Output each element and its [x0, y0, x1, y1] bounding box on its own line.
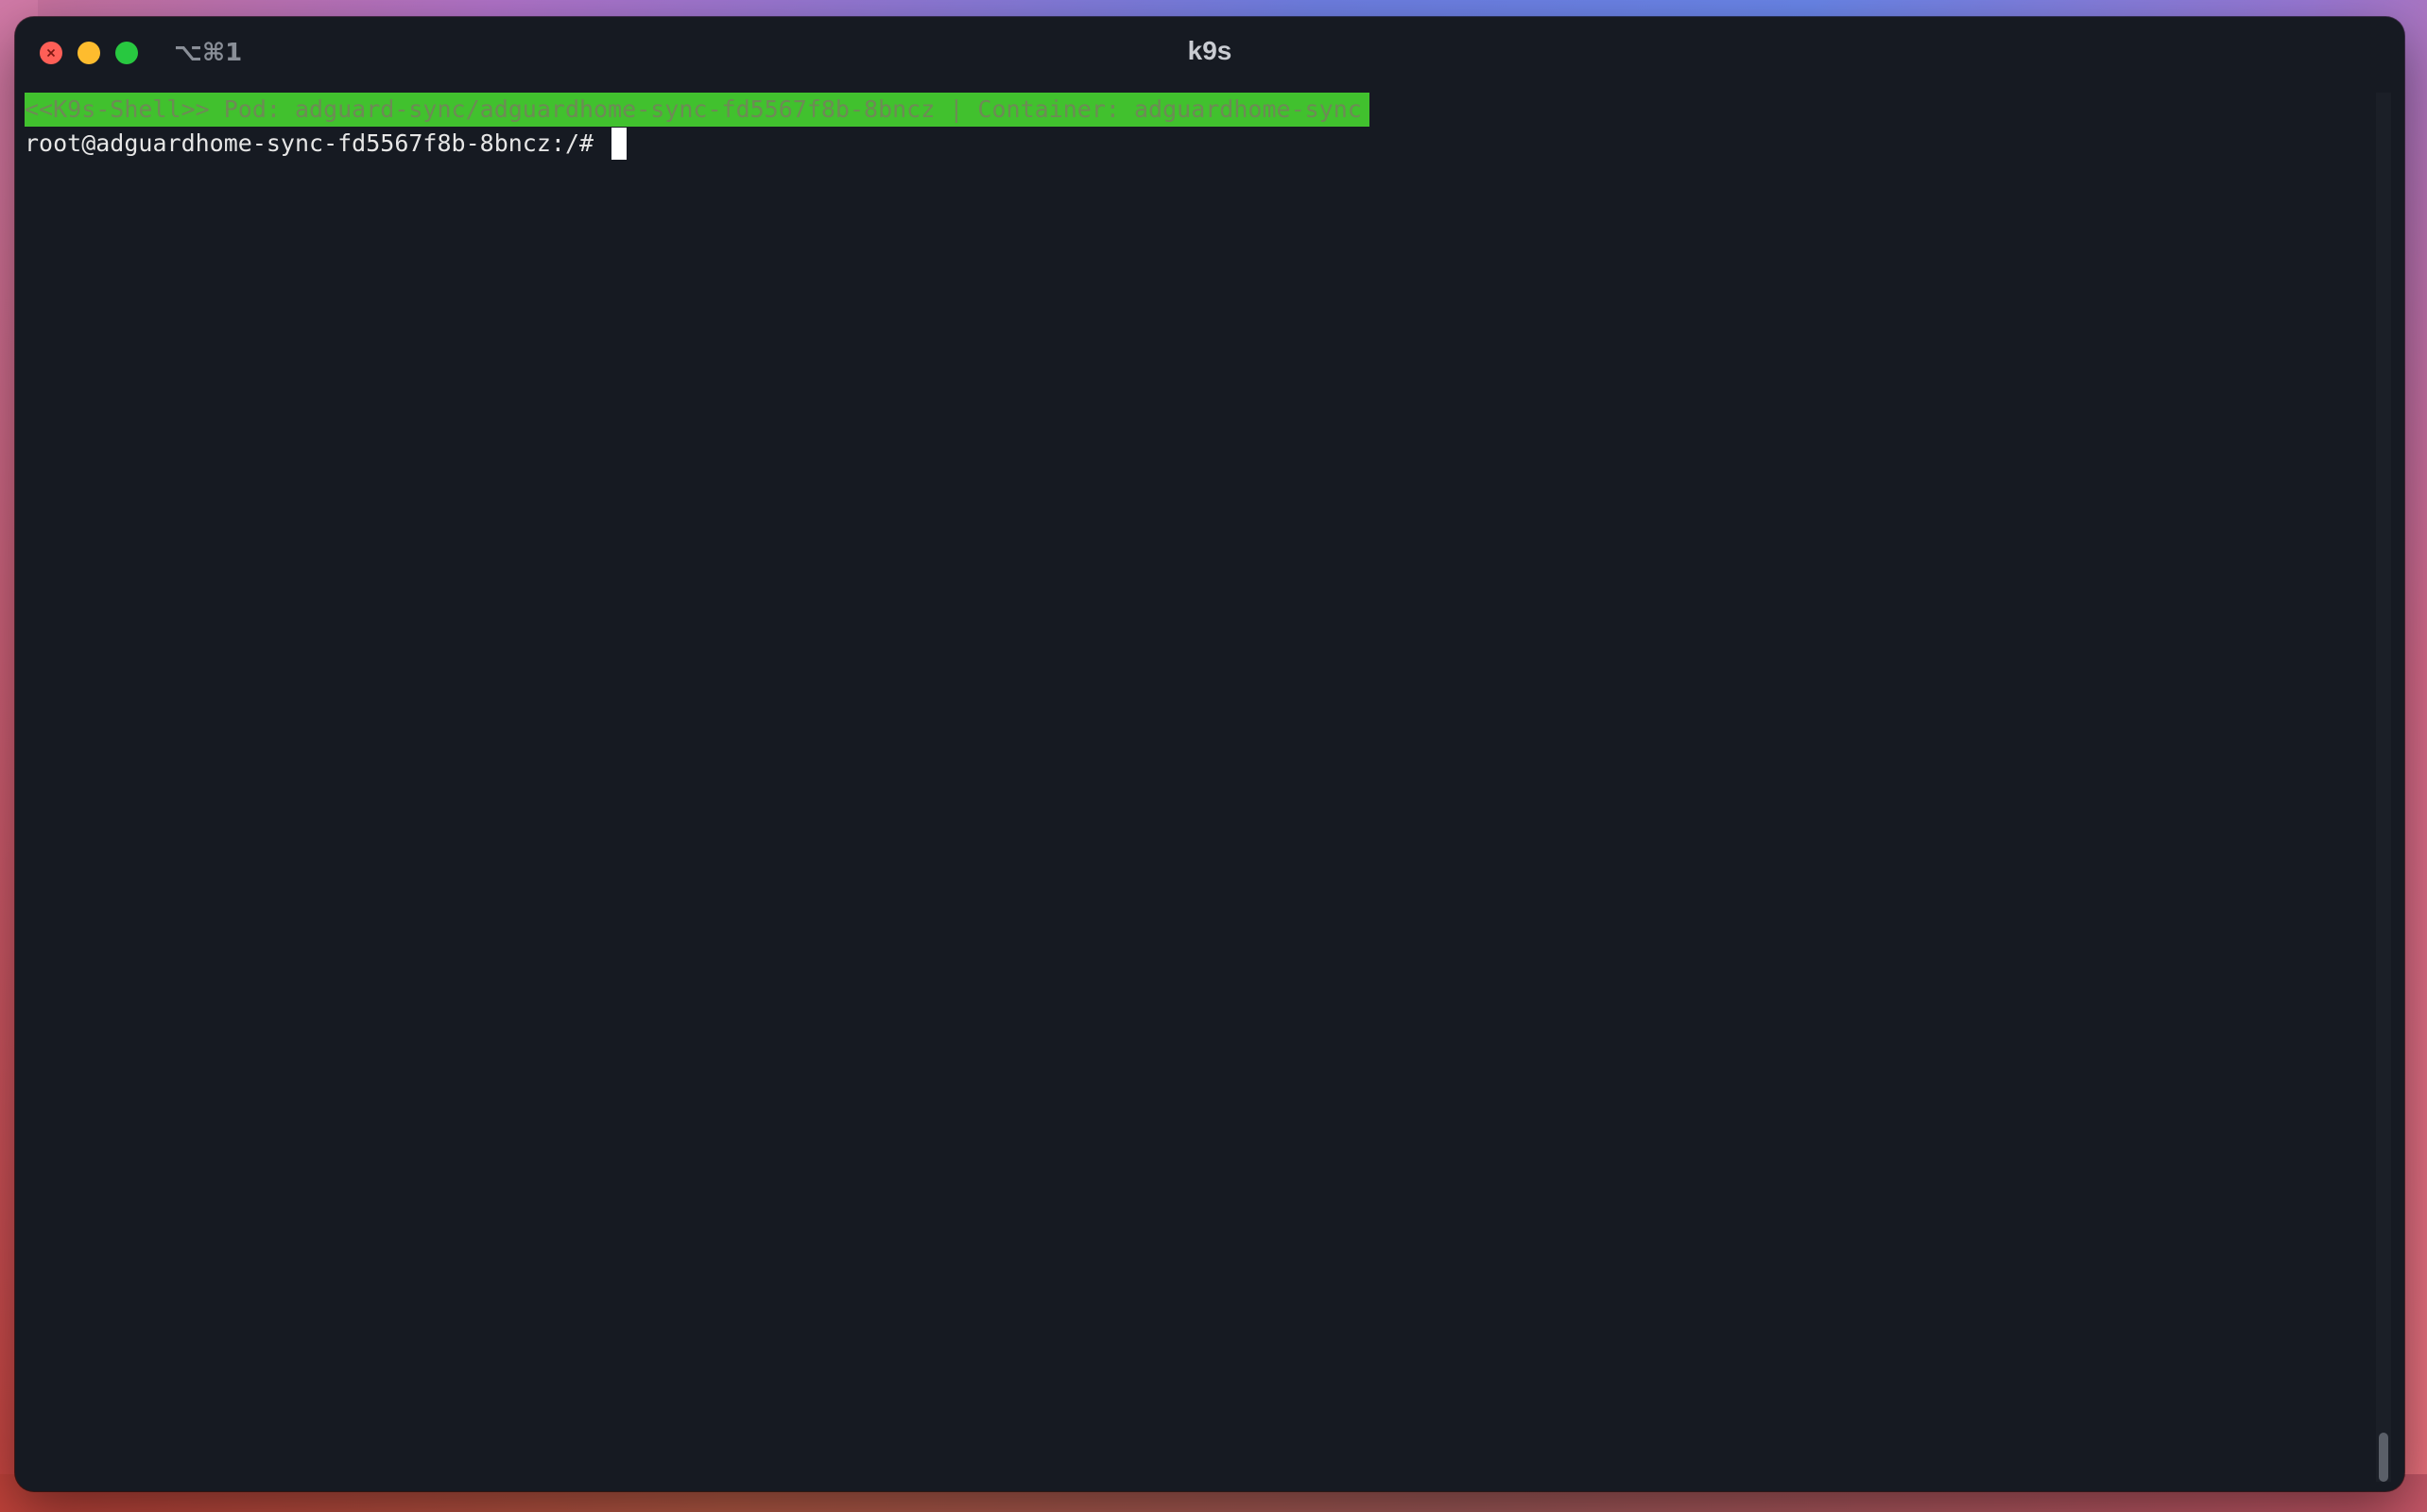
shell-banner-line: <<K9s-Shell>> Pod: adguard-sync/adguardh…: [25, 93, 2378, 127]
window-title: k9s: [1187, 36, 1232, 65]
terminal-output[interactable]: <<K9s-Shell>> Pod: adguard-sync/adguardh…: [25, 93, 2378, 1482]
scrollbar-track[interactable]: [2376, 93, 2391, 1482]
shell-prompt: root@adguardhome-sync-fd5567f8b-8bncz:/#: [25, 129, 609, 157]
shell-prompt-line[interactable]: root@adguardhome-sync-fd5567f8b-8bncz:/#: [25, 127, 2378, 161]
k9s-shell-banner: <<K9s-Shell>> Pod: adguard-sync/adguardh…: [25, 93, 1369, 127]
scrollbar-thumb[interactable]: [2379, 1433, 2388, 1482]
terminal-window: ⌥⌘1 k9s <<K9s-Shell>> Pod: adguard-sync/…: [15, 17, 2404, 1491]
text-cursor: [611, 128, 628, 160]
title-bar[interactable]: ⌥⌘1 k9s: [15, 17, 2404, 87]
